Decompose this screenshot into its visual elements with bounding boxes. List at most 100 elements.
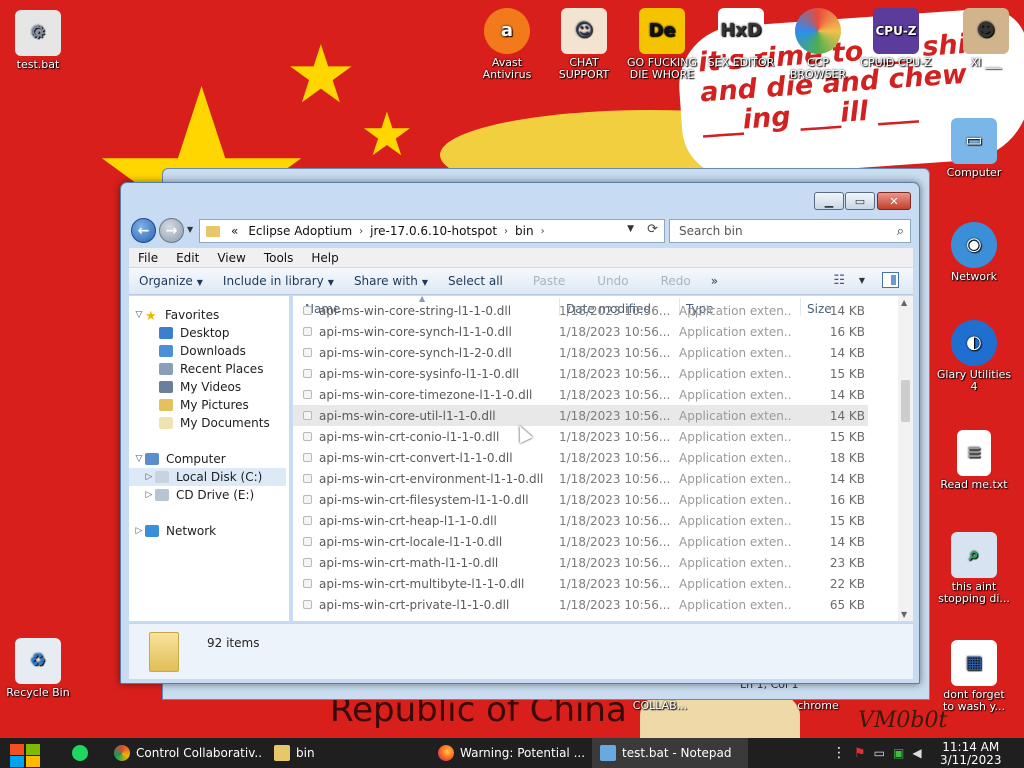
file-row-hovered[interactable]: api-ms-win-core-util-l1-1-0.dll 1/18/202… [293, 405, 868, 426]
menu-edit[interactable]: Edit [167, 251, 208, 265]
scroll-down-icon[interactable]: ▼ [901, 610, 907, 619]
organize-button[interactable]: Organize ▼ [129, 274, 213, 288]
paste-button[interactable]: Paste [513, 274, 575, 288]
file-row[interactable]: api-ms-win-crt-conio-l1-1-0.dll 1/18/202… [293, 426, 868, 447]
spotify-icon[interactable] [72, 745, 88, 761]
select-all-button[interactable]: Select all [438, 274, 513, 288]
taskbar-task-chrome[interactable]: Control Collaborativ... [106, 738, 262, 768]
taskbar-task-bin[interactable]: bin [266, 738, 426, 768]
breadcrumb-item[interactable]: bin [510, 224, 539, 238]
change-view-icon[interactable]: ☷ [833, 273, 845, 288]
nav-desktop[interactable]: Desktop [159, 324, 230, 342]
file-row[interactable]: api-ms-win-core-sysinfo-l1-1-0.dll 1/18/… [293, 363, 868, 384]
redo-button[interactable]: Redo [639, 274, 701, 288]
file-row[interactable]: api-ms-win-crt-filesystem-l1-1-0.dll 1/1… [293, 489, 868, 510]
view-dropdown-icon[interactable]: ▼ [859, 276, 865, 285]
nav-local-disk[interactable]: ▷ Local Disk (C:) [129, 468, 286, 486]
start-button[interactable] [10, 744, 42, 767]
desktop-icon-this-aint-stopping[interactable]: ⌕ this aint stopping di... [936, 532, 1012, 605]
share-with-button[interactable]: Share with ▼ [344, 274, 438, 288]
desktop-icon-chat-support[interactable]: ☺ CHAT SUPPORT [546, 8, 622, 81]
expand-icon[interactable]: ▷ [143, 472, 155, 482]
file-row[interactable]: api-ms-win-crt-heap-l1-1-0.dll 1/18/2023… [293, 510, 868, 531]
maximize-button[interactable]: ▭ [845, 192, 875, 210]
desktop-icon-dont-forget[interactable]: ▦ dont forget to wash y... [936, 640, 1012, 713]
recent-pages-dropdown-icon[interactable]: ▼ [187, 225, 193, 234]
include-in-library-button[interactable]: Include in library ▼ [213, 274, 344, 288]
desktop-icon-glary[interactable]: ◐ Glary Utilities 4 [936, 320, 1012, 393]
scrollbar-thumb[interactable] [901, 380, 910, 422]
nav-network[interactable]: ▷ Network [133, 522, 217, 540]
search-icon[interactable]: ⌕ [897, 224, 904, 239]
desktop-icon-chrome[interactable]: chrome [780, 700, 856, 712]
desktop-icon-readme[interactable]: ≡ Read me.txt [936, 430, 1012, 491]
file-row[interactable]: api-ms-win-core-string-l1-1-0.dll 1/18/2… [293, 300, 868, 321]
menu-help[interactable]: Help [302, 251, 347, 265]
nav-recent-places[interactable]: Recent Places [159, 360, 263, 378]
nav-my-documents[interactable]: My Documents [159, 414, 270, 432]
desktop-icon-ccp-browser[interactable]: CCP BROWSER [780, 8, 856, 81]
breadcrumb-overflow[interactable]: « [226, 224, 243, 238]
expand-icon[interactable]: ▷ [143, 490, 155, 500]
desktop-icon-collab[interactable]: COLLAB... [622, 700, 698, 712]
refresh-icon[interactable]: ⟳ [647, 222, 658, 237]
desktop-icon-label: chrome [797, 699, 839, 712]
breadcrumb-item[interactable]: Eclipse Adoptium [243, 224, 357, 238]
expand-icon[interactable]: ▽ [133, 310, 145, 320]
forward-button[interactable]: → [159, 218, 184, 243]
address-dropdown-icon[interactable]: ▼ [627, 224, 634, 234]
menu-tools[interactable]: Tools [255, 251, 303, 265]
file-row[interactable]: api-ms-win-core-synch-l1-1-0.dll 1/18/20… [293, 321, 868, 342]
minimize-button[interactable]: ▁ [814, 192, 844, 210]
file-row[interactable]: api-ms-win-crt-locale-l1-1-0.dll 1/18/20… [293, 531, 868, 552]
desktop-icon-sex-editor[interactable]: HxD SEX EDITOR [703, 8, 779, 69]
file-row[interactable]: api-ms-win-crt-private-l1-1-0.dll 1/18/2… [293, 594, 868, 615]
expand-icon[interactable]: ▽ [133, 454, 145, 464]
network-tray-icon[interactable]: ▣ [893, 746, 904, 760]
desktop-icon-computer[interactable]: ▭ Computer [936, 118, 1012, 179]
desktop-icon-die-whore[interactable]: De GO FUCKING DIE WHORE [624, 8, 700, 81]
more-icon[interactable]: ⋮ [832, 745, 846, 761]
clock[interactable]: 11:14 AM 3/11/2023 [940, 741, 1002, 767]
breadcrumb-chevron-icon[interactable]: › [539, 226, 547, 237]
volume-icon[interactable]: ◀ [912, 746, 921, 760]
file-row[interactable]: api-ms-win-crt-environment-l1-1-0.dll 1/… [293, 468, 868, 489]
more-commands-button[interactable]: » [701, 274, 728, 288]
taskbar-task-notepad[interactable]: test.bat - Notepad [592, 738, 748, 768]
file-row[interactable]: api-ms-win-crt-math-l1-1-0.dll 1/18/2023… [293, 552, 868, 573]
breadcrumb-chevron-icon[interactable]: › [502, 226, 510, 237]
nav-my-videos[interactable]: My Videos [159, 378, 241, 396]
desktop-icon-recycle-bin[interactable]: ♻ Recycle Bin [0, 638, 76, 699]
nav-cd-drive[interactable]: ▷ CD Drive (E:) [143, 486, 255, 504]
display-icon[interactable]: ▭ [874, 746, 885, 760]
file-row[interactable]: api-ms-win-core-timezone-l1-1-0.dll 1/18… [293, 384, 868, 405]
expand-icon[interactable]: ▷ [133, 526, 145, 536]
nav-my-pictures[interactable]: My Pictures [159, 396, 249, 414]
nav-downloads[interactable]: Downloads [159, 342, 246, 360]
address-bar[interactable]: « Eclipse Adoptium › jre-17.0.6.10-hotsp… [199, 219, 665, 243]
vertical-scrollbar[interactable]: ▲ ▼ [898, 296, 913, 621]
preview-pane-icon[interactable] [882, 272, 899, 288]
file-row[interactable]: api-ms-win-core-synch-l1-2-0.dll 1/18/20… [293, 342, 868, 363]
file-row[interactable]: api-ms-win-crt-convert-l1-1-0.dll 1/18/2… [293, 447, 868, 468]
desktop-icon-xi[interactable]: ☻ XI ___ [948, 8, 1024, 69]
desktop-icon-avast[interactable]: a Avast Antivirus [469, 8, 545, 81]
flag-icon[interactable]: ⚑ [854, 746, 866, 761]
title-bar[interactable]: ▁ ▭ ✕ [121, 183, 919, 213]
menu-file[interactable]: File [129, 251, 167, 265]
search-input[interactable]: Search bin ⌕ [669, 219, 911, 243]
desktop-icon-cpuz[interactable]: CPU-Z CPUID CPU-Z [858, 8, 934, 69]
close-button[interactable]: ✕ [877, 192, 911, 210]
breadcrumb-chevron-icon[interactable]: › [357, 226, 365, 237]
undo-button[interactable]: Undo [575, 274, 638, 288]
breadcrumb-item[interactable]: jre-17.0.6.10-hotspot [365, 224, 502, 238]
back-button[interactable]: ← [131, 218, 156, 243]
desktop-icon-test-bat[interactable]: ⚙ test.bat [0, 10, 76, 71]
file-row[interactable]: api-ms-win-crt-multibyte-l1-1-0.dll 1/18… [293, 573, 868, 594]
menu-view[interactable]: View [208, 251, 254, 265]
scroll-up-icon[interactable]: ▲ [901, 298, 907, 307]
nav-favorites[interactable]: ▽ ★ Favorites [133, 306, 220, 324]
desktop-icon-network[interactable]: ◉ Network [936, 222, 1012, 283]
nav-computer[interactable]: ▽ Computer [133, 450, 226, 468]
taskbar-task-firefox[interactable]: Warning: Potential ... [430, 738, 586, 768]
